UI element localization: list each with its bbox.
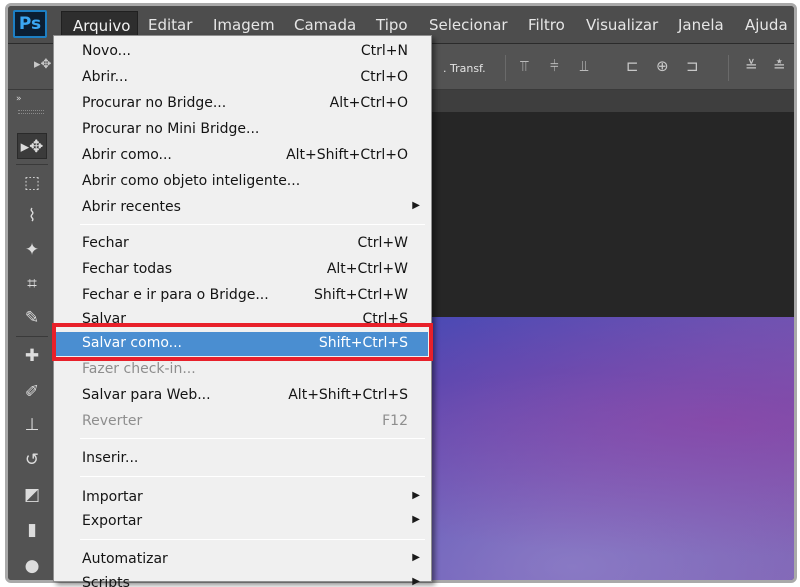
- distribute-top-icon[interactable]: ≚: [745, 57, 758, 75]
- highlight-callout-box: [52, 323, 433, 361]
- menu-item-shortcut: Alt+Shift+Ctrl+S: [288, 387, 408, 403]
- tool-separator: [16, 336, 48, 337]
- menu-item-label: Inserir...: [82, 450, 139, 466]
- submenu-arrow-icon: ▶: [412, 514, 420, 525]
- menu-separator: [80, 438, 425, 439]
- menu-item-shortcut: Ctrl+W: [357, 235, 408, 251]
- eraser-tool-icon[interactable]: ◩: [17, 482, 47, 508]
- submenu-arrow-icon: ▶: [412, 552, 420, 563]
- menu-item-label: Abrir como objeto inteligente...: [82, 173, 301, 189]
- menu-ajuda[interactable]: Ajuda: [745, 16, 788, 34]
- menu-item-fechar-todas[interactable]: Fechar todas Alt+Ctrl+W: [56, 258, 428, 282]
- menu-item-label: Fechar: [82, 235, 129, 251]
- options-separator: [728, 55, 729, 81]
- collapse-panel-icon[interactable]: »: [16, 94, 22, 104]
- submenu-arrow-icon: ▶: [412, 490, 420, 501]
- menu-imagem[interactable]: Imagem: [213, 16, 275, 34]
- submenu-arrow-icon: ▶: [412, 576, 420, 587]
- menu-item-shortcut: Ctrl+N: [360, 43, 408, 59]
- crop-tool-icon[interactable]: ⌗: [17, 271, 47, 297]
- align-right-icon[interactable]: ⊐: [686, 57, 699, 75]
- menu-arquivo-label: Arquivo: [73, 17, 131, 35]
- photoshop-logo: Ps: [13, 10, 47, 38]
- healing-brush-tool-icon[interactable]: ✚: [17, 343, 47, 369]
- menu-item-label: Abrir recentes: [82, 199, 181, 215]
- menu-selecionar[interactable]: Selecionar: [429, 16, 508, 34]
- move-tool-icon[interactable]: ▸✥: [17, 133, 47, 159]
- menu-visualizar[interactable]: Visualizar: [586, 16, 658, 34]
- menu-item-novo[interactable]: Novo... Ctrl+N: [56, 40, 428, 64]
- menu-item-automatizar[interactable]: Automatizar ▶: [56, 548, 428, 572]
- menu-item-label: Fechar e ir para o Bridge...: [82, 287, 269, 303]
- gradient-tool-icon[interactable]: ▮: [17, 517, 47, 543]
- align-vertical-center-icon[interactable]: ⫩: [550, 57, 559, 75]
- menu-item-abrir-como[interactable]: Abrir como... Alt+Shift+Ctrl+O: [56, 144, 428, 168]
- magic-wand-tool-icon[interactable]: ✦: [17, 237, 47, 263]
- menu-item-abrir-recentes[interactable]: Abrir recentes ▶: [56, 196, 428, 220]
- menu-janela[interactable]: Janela: [678, 16, 724, 34]
- align-horizontal-center-icon[interactable]: ⊕: [656, 57, 669, 75]
- menu-item-abrir-como-objeto-inteligente[interactable]: Abrir como objeto inteligente...: [56, 170, 428, 194]
- menu-item-label: Novo...: [82, 43, 131, 59]
- menu-item-label: Scripts: [82, 575, 130, 587]
- history-brush-tool-icon[interactable]: ↺: [17, 447, 47, 473]
- brush-tool-icon[interactable]: ✐: [17, 379, 47, 405]
- menu-item-abrir[interactable]: Abrir... Ctrl+O: [56, 66, 428, 90]
- lasso-tool-icon[interactable]: ⌇: [17, 203, 47, 229]
- menu-item-procurar-no-mini-bridge[interactable]: Procurar no Mini Bridge...: [56, 118, 428, 142]
- submenu-arrow-icon: ▶: [412, 200, 420, 211]
- menu-item-shortcut: Alt+Shift+Ctrl+O: [286, 147, 408, 163]
- menu-item-fazer-check-in: Fazer check-in...: [56, 358, 428, 382]
- menu-item-label: Importar: [82, 489, 143, 505]
- menu-item-label: Abrir...: [82, 69, 128, 85]
- menu-editar[interactable]: Editar: [148, 16, 192, 34]
- menu-item-importar[interactable]: Importar ▶: [56, 486, 428, 510]
- menu-item-label: Salvar para Web...: [82, 387, 211, 403]
- menu-item-procurar-no-bridge[interactable]: Procurar no Bridge... Alt+Ctrl+O: [56, 92, 428, 116]
- options-separator: [505, 55, 506, 81]
- menu-item-shortcut: Alt+Ctrl+O: [329, 95, 408, 111]
- menu-item-label: Procurar no Bridge...: [82, 95, 227, 111]
- marquee-tool-icon[interactable]: ⬚: [17, 170, 47, 196]
- menu-item-label: Procurar no Mini Bridge...: [82, 121, 260, 137]
- clone-stamp-tool-icon[interactable]: ⊥: [17, 412, 47, 438]
- menu-item-reverter: Reverter F12: [56, 410, 428, 434]
- menu-item-label: Exportar: [82, 513, 143, 529]
- menu-item-exportar[interactable]: Exportar ▶: [56, 510, 428, 534]
- menu-item-fechar-e-ir-para-o-bridge[interactable]: Fechar e ir para o Bridge... Shift+Ctrl+…: [56, 284, 428, 308]
- menu-separator: [80, 539, 425, 540]
- menu-item-shortcut: Alt+Ctrl+W: [326, 261, 408, 277]
- panel-grip[interactable]: [18, 110, 44, 114]
- align-left-icon[interactable]: ⊏: [626, 57, 639, 75]
- menu-item-salvar-para-web[interactable]: Salvar para Web... Alt+Shift+Ctrl+S: [56, 384, 428, 408]
- menu-separator: [80, 476, 425, 477]
- menu-item-label: Fechar todas: [82, 261, 173, 277]
- menu-item-shortcut: Shift+Ctrl+W: [313, 287, 408, 303]
- menu-item-label: Abrir como...: [82, 147, 172, 163]
- menu-item-label: Fazer check-in...: [82, 361, 196, 377]
- menu-separator: [80, 224, 425, 225]
- tools-panel: » ▸✥ ⬚ ⌇ ✦ ⌗ ✎ ✚ ✐ ⊥ ↺ ◩ ▮ ●: [8, 90, 56, 580]
- tool-separator: [16, 164, 48, 165]
- menu-item-fechar[interactable]: Fechar Ctrl+W: [56, 232, 428, 256]
- menu-camada[interactable]: Camada: [294, 16, 356, 34]
- transform-controls-label[interactable]: . Transf.: [443, 62, 486, 75]
- blur-tool-icon[interactable]: ●: [17, 553, 47, 579]
- align-bottom-icon[interactable]: ⫫: [580, 57, 588, 75]
- menu-item-label: Reverter: [82, 413, 143, 429]
- menu-item-scripts[interactable]: Scripts ▶: [56, 572, 428, 587]
- align-top-icon[interactable]: ⫪: [520, 57, 528, 75]
- menu-item-label: Automatizar: [82, 551, 168, 567]
- menu-tipo[interactable]: Tipo: [376, 16, 408, 34]
- menu-filtro[interactable]: Filtro: [528, 16, 565, 34]
- move-tool-preset-icon[interactable]: ▸✥: [34, 57, 51, 72]
- menu-item-inserir[interactable]: Inserir...: [56, 447, 428, 471]
- file-menu-dropdown: Novo... Ctrl+N Abrir... Ctrl+O Procurar …: [53, 35, 432, 587]
- menu-item-shortcut: Ctrl+O: [360, 69, 408, 85]
- menu-item-shortcut: F12: [382, 413, 408, 429]
- eyedropper-tool-icon[interactable]: ✎: [17, 305, 47, 331]
- distribute-center-icon[interactable]: ≛: [773, 57, 786, 75]
